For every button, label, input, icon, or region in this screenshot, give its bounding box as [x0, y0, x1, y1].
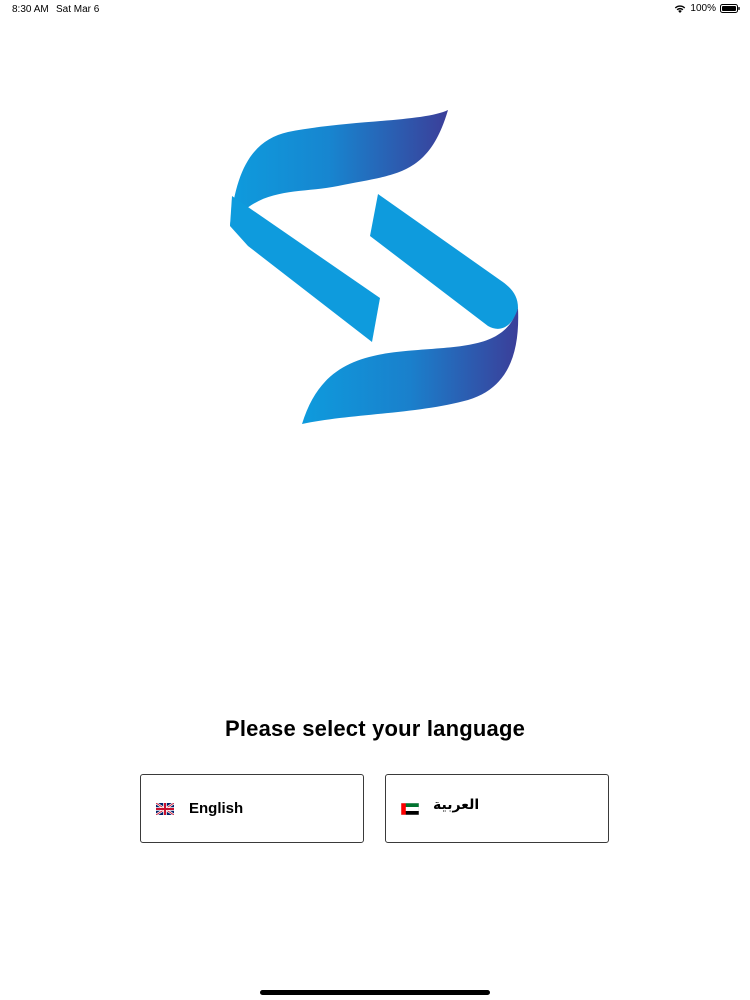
english-label: English — [189, 800, 244, 817]
battery-percent: 100% — [690, 3, 716, 14]
home-indicator[interactable] — [260, 990, 490, 995]
uk-flag-icon — [156, 803, 174, 815]
language-prompt: Please select your language — [224, 716, 526, 741]
status-date: Sat Mar 6 — [56, 4, 100, 15]
uae-flag-icon — [401, 803, 419, 815]
battery-icon — [720, 4, 740, 13]
status-time: 8:30 AM — [12, 4, 49, 15]
wifi-icon — [675, 5, 686, 13]
status-bar: 8:30 AM Sat Mar 6 100% — [0, 0, 750, 20]
brand-logo-icon — [230, 110, 519, 424]
arabic-label: العربية — [433, 797, 480, 813]
arabic-language-button[interactable]: العربية — [385, 774, 609, 843]
status-indicators: 100% — [674, 3, 740, 14]
english-language-button[interactable]: English — [140, 774, 364, 843]
